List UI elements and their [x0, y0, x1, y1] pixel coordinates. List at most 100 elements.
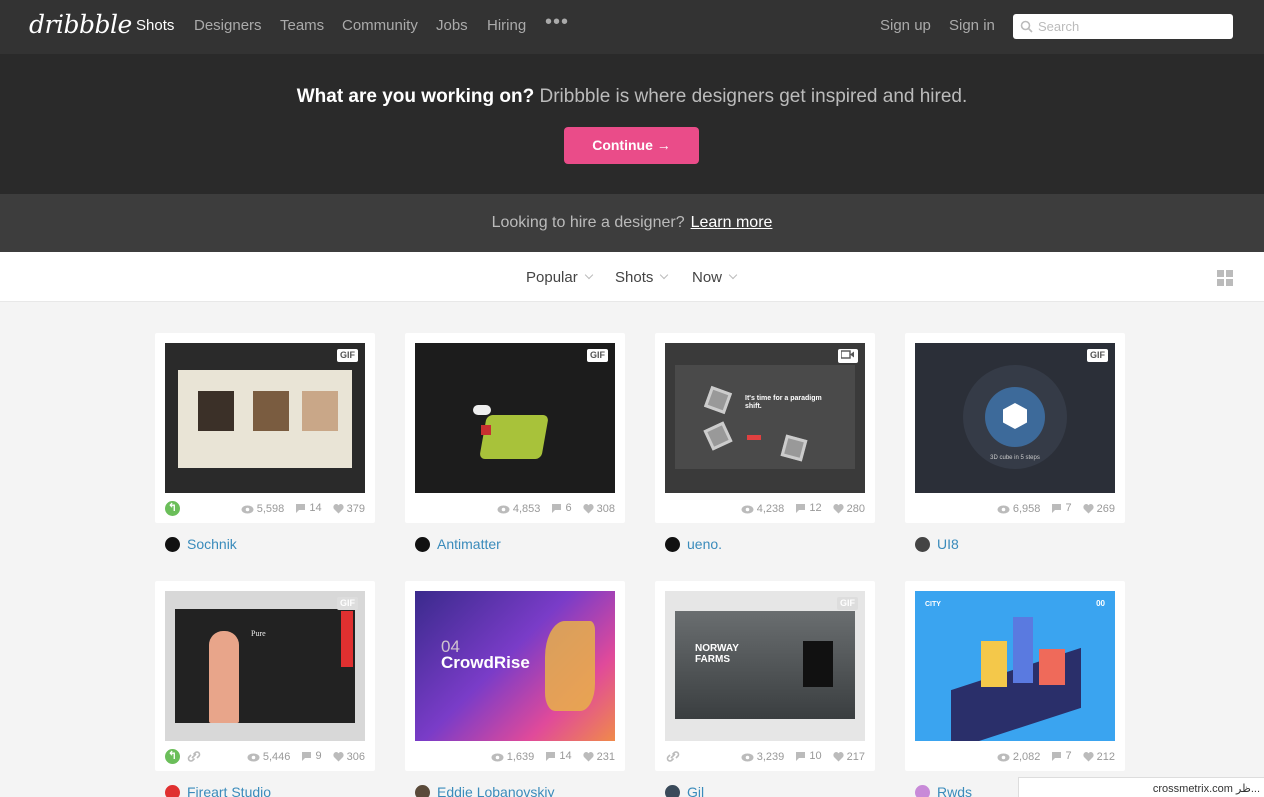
heart-icon[interactable]	[833, 751, 844, 762]
eye-icon	[241, 505, 254, 513]
link-icon[interactable]	[186, 749, 202, 764]
hire-text: Looking to hire a designer?	[491, 214, 685, 231]
shot-thumbnail[interactable]: Pure GIF	[165, 591, 365, 741]
shot-card[interactable]: NORWAY FARMS GIF 3,239 10 217	[655, 581, 875, 771]
heart-icon[interactable]	[333, 751, 344, 762]
shot-thumbnail[interactable]: GIF	[165, 343, 365, 493]
search-icon	[1020, 20, 1033, 33]
shot-thumbnail[interactable]: 04 CrowdRise	[415, 591, 615, 741]
comment-icon	[296, 503, 306, 513]
shot-card[interactable]: 04 CrowdRise 1,639 14 231	[405, 581, 625, 771]
shot-headline: CrowdRise	[441, 653, 530, 672]
nav-teams[interactable]: Teams	[280, 17, 324, 34]
learn-more-link[interactable]: Learn more	[691, 214, 773, 231]
rebound-icon[interactable]: ↰	[165, 501, 180, 516]
views-count: 6,958	[1012, 503, 1041, 515]
shot-stats: 5,598 14 379	[233, 502, 365, 517]
shot-stats: 4,238 12 280	[733, 502, 865, 517]
shot-card[interactable]: GIF 4,853 6 308	[405, 333, 625, 523]
search-box[interactable]	[1013, 14, 1233, 39]
views-count: 5,598	[256, 503, 285, 515]
author-name[interactable]: Rwds	[937, 784, 972, 797]
views-count: 5,446	[262, 751, 291, 763]
author-name[interactable]: ueno.	[687, 536, 722, 552]
views-count: 1,639	[506, 751, 535, 763]
signup-link[interactable]: Sign up	[880, 17, 931, 34]
comment-icon	[796, 751, 806, 761]
filter-shots[interactable]: Shots	[615, 269, 669, 286]
author-name[interactable]: Sochnik	[187, 536, 237, 552]
heart-icon[interactable]	[1083, 751, 1094, 762]
views-count: 2,082	[1012, 751, 1041, 763]
heart-icon[interactable]	[1083, 503, 1094, 514]
shot-card[interactable]: 3D cube in 5 steps GIF 6,958 7 269	[905, 333, 1125, 523]
shot-caption: 3D cube in 5 steps	[990, 455, 1040, 461]
signin-link[interactable]: Sign in	[949, 17, 995, 34]
author-name[interactable]: Gil	[687, 784, 704, 797]
shot-author[interactable]: UI8	[915, 535, 959, 553]
shot-author[interactable]: ueno.	[665, 535, 722, 553]
shot-thumbnail[interactable]: GIF	[415, 343, 615, 493]
continue-button[interactable]: Continue →	[564, 127, 699, 164]
heart-icon[interactable]	[833, 503, 844, 514]
heart-icon[interactable]	[583, 503, 594, 514]
shot-author[interactable]: Fireart Studio	[165, 783, 271, 797]
shot-author[interactable]: Sochnik	[165, 535, 237, 553]
heart-icon[interactable]	[333, 503, 344, 514]
shot-author[interactable]: Eddie Lobanovskiy	[415, 783, 555, 797]
nav-jobs[interactable]: Jobs	[436, 17, 468, 34]
nav-community[interactable]: Community	[342, 17, 418, 34]
comment-icon	[546, 751, 556, 761]
gif-badge: GIF	[337, 597, 358, 610]
nav-shots[interactable]: Shots	[136, 17, 174, 34]
nav-designers[interactable]: Designers	[194, 17, 262, 34]
likes-count: 379	[346, 502, 365, 515]
shot-card[interactable]: Pure GIF ↰ 5,446 9 306	[155, 581, 375, 771]
shot-author[interactable]: Rwds	[915, 783, 972, 797]
filter-now[interactable]: Now	[692, 269, 738, 286]
shot-thumbnail[interactable]: 3D cube in 5 steps GIF	[915, 343, 1115, 493]
shot-card[interactable]: GIF ↰ 5,598 14 379	[155, 333, 375, 523]
shot-thumbnail[interactable]: NORWAY FARMS GIF	[665, 591, 865, 741]
filter-popular[interactable]: Popular	[526, 269, 593, 286]
shot-card[interactable]: It's time for a paradigm shift. 4,238 12…	[655, 333, 875, 523]
author-name[interactable]: Fireart Studio	[187, 784, 271, 797]
rebound-icon[interactable]: ↰	[165, 749, 180, 764]
author-name[interactable]: Antimatter	[437, 536, 501, 552]
comments-count: 14	[309, 502, 322, 514]
more-menu-icon[interactable]: •••	[545, 11, 569, 34]
shot-author[interactable]: Gil	[665, 783, 704, 797]
grid-view-icon[interactable]	[1217, 270, 1233, 286]
hero-question: What are you working on?	[296, 86, 535, 107]
views-count: 4,853	[512, 503, 541, 515]
likes-count: 306	[346, 750, 365, 763]
comment-icon	[552, 503, 562, 513]
nav-hiring[interactable]: Hiring	[487, 17, 526, 34]
search-input[interactable]	[1038, 16, 1228, 37]
heart-icon[interactable]	[583, 751, 594, 762]
shot-author[interactable]: Antimatter	[415, 535, 501, 553]
avatar	[915, 536, 930, 552]
link-icon[interactable]	[665, 749, 681, 764]
top-navigation: dribbble Shots Designers Teams Community…	[0, 0, 1264, 54]
comments-count: 7	[1065, 750, 1072, 762]
hire-banner: Looking to hire a designer? Learn more	[0, 194, 1264, 252]
shot-headline: Pure	[251, 629, 266, 638]
comments-count: 6	[565, 502, 572, 514]
video-icon	[838, 349, 858, 363]
shot-thumbnail[interactable]: CITY 00	[915, 591, 1115, 741]
likes-count: 231	[596, 750, 615, 763]
chevron-down-icon	[660, 270, 669, 280]
shot-thumbnail[interactable]: It's time for a paradigm shift.	[665, 343, 865, 493]
author-name[interactable]: UI8	[937, 536, 959, 552]
shot-card[interactable]: CITY 00 2,082 7 212	[905, 581, 1125, 771]
comments-count: 10	[809, 750, 822, 762]
author-name[interactable]: Eddie Lobanovskiy	[437, 784, 555, 797]
comment-icon	[302, 751, 312, 761]
chevron-down-icon	[728, 270, 738, 280]
comment-icon	[1052, 503, 1062, 513]
dribbble-logo[interactable]: dribbble	[29, 10, 132, 39]
avatar	[165, 536, 180, 552]
avatar	[415, 536, 430, 552]
hero-banner: What are you working on? Dribbble is whe…	[0, 54, 1264, 194]
